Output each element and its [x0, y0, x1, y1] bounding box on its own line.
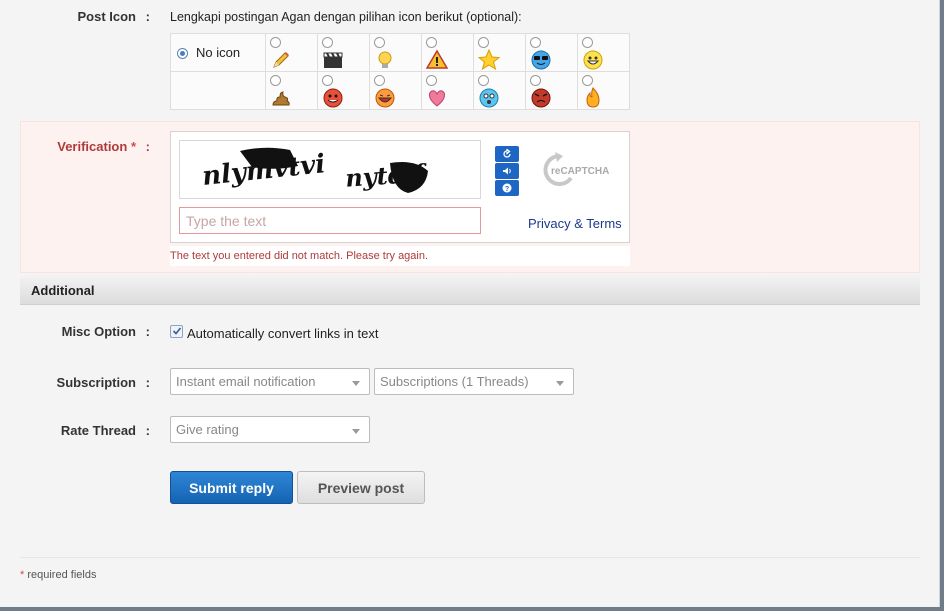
- cool-smiley-icon: [531, 50, 551, 70]
- recaptcha-logo: reCAPTCHA: [537, 150, 609, 193]
- icon-option-angry[interactable]: [525, 71, 578, 110]
- lightbulb-icon: [378, 51, 392, 68]
- icon-grid-empty-cell: [170, 71, 266, 110]
- post-icon-description: Lengkapi postingan Agan dengan pilihan i…: [170, 10, 522, 24]
- icon-option-grin[interactable]: [577, 33, 630, 72]
- captcha-audio-button[interactable]: [495, 163, 519, 179]
- clapperboard-icon: [323, 52, 343, 68]
- auto-convert-links-label[interactable]: Automatically convert links in text: [187, 326, 378, 341]
- angry-smiley-icon: [531, 88, 551, 108]
- captcha-response-input[interactable]: [179, 207, 481, 234]
- icon-option-poop[interactable]: [265, 71, 318, 110]
- recaptcha-logo-icon: reCAPTCHA: [543, 152, 609, 186]
- captcha-image: nlymvtvi nytdlf: [179, 140, 481, 199]
- svg-text:?: ?: [505, 186, 509, 193]
- warning-icon: [426, 49, 448, 69]
- surprised-smiley-icon: [479, 88, 499, 108]
- icon-option-heart[interactable]: [421, 71, 474, 110]
- icon-option-star[interactable]: [473, 33, 526, 72]
- verification-label: Verification *:: [57, 139, 150, 154]
- auto-convert-links-checkbox[interactable]: [170, 325, 183, 338]
- no-icon-option[interactable]: No icon: [170, 33, 266, 72]
- misc-option-label: Misc Option:: [61, 324, 150, 339]
- icon-option-evil[interactable]: [317, 71, 370, 110]
- required-fields-note: * required fields: [20, 569, 97, 581]
- icon-option-cool[interactable]: [525, 33, 578, 72]
- no-icon-radio[interactable]: [177, 47, 188, 59]
- speaker-icon: [503, 167, 511, 175]
- help-icon: ?: [502, 183, 512, 193]
- icon-option-lightbulb[interactable]: [369, 33, 422, 72]
- heart-icon: [428, 90, 446, 107]
- subscription-threads-value: Subscriptions (1 Threads): [380, 374, 529, 389]
- privacy-terms-link[interactable]: Privacy & Terms: [528, 216, 622, 231]
- no-icon-label: No icon: [196, 45, 241, 61]
- captcha-word-1: nlymvtvi: [201, 149, 327, 192]
- captcha-word-2: nytdlf: [344, 158, 428, 193]
- post-icon-label: Post Icon:: [77, 9, 150, 24]
- chevron-down-icon: [556, 381, 564, 386]
- poop-icon: [272, 91, 290, 106]
- footer-divider: [20, 557, 920, 558]
- recaptcha-widget: nlymvtvi nytdlf ? reCAPTCHA Privacy & Te…: [170, 131, 630, 243]
- rate-thread-select[interactable]: Give rating: [170, 416, 370, 443]
- chevron-down-icon: [352, 381, 360, 386]
- rate-thread-value: Give rating: [176, 422, 239, 437]
- icon-option-laugh[interactable]: [369, 71, 422, 110]
- star-icon: [478, 49, 500, 71]
- captcha-error-message: The text you entered did not match. Plea…: [170, 250, 429, 262]
- rate-thread-label: Rate Thread:: [60, 423, 150, 438]
- submit-reply-button[interactable]: Submit reply: [170, 471, 293, 504]
- refresh-icon: [503, 149, 511, 158]
- icon-option-fire[interactable]: [577, 71, 630, 110]
- captcha-buttons: ?: [495, 146, 519, 197]
- captcha-distorted-text: nlymvtvi nytdlf: [201, 147, 428, 193]
- subscription-mode-select[interactable]: Instant email notification: [170, 368, 370, 395]
- subscription-label: Subscription:: [56, 375, 150, 390]
- subscription-threads-select[interactable]: Subscriptions (1 Threads): [374, 368, 574, 395]
- preview-post-button[interactable]: Preview post: [297, 471, 425, 504]
- grin-smiley-icon: [583, 50, 603, 70]
- icon-option-clapperboard[interactable]: [317, 33, 370, 72]
- reply-form-page: Post Icon: Lengkapi postingan Agan denga…: [0, 0, 940, 607]
- chevron-down-icon: [352, 429, 360, 434]
- captcha-refresh-button[interactable]: [495, 146, 519, 162]
- recaptcha-brand: reCAPTCHA: [551, 166, 609, 177]
- laughing-smiley-icon: [375, 88, 395, 108]
- captcha-help-button[interactable]: ?: [495, 180, 519, 196]
- icon-option-warning[interactable]: [421, 33, 474, 72]
- icon-option-pencil[interactable]: [265, 33, 318, 72]
- evil-smiley-icon: [323, 88, 343, 108]
- pencil-icon: [273, 52, 289, 68]
- checkmark-icon: [172, 327, 182, 335]
- subscription-mode-value: Instant email notification: [176, 374, 316, 389]
- additional-section-heading: Additional: [20, 276, 920, 305]
- icon-option-surprised[interactable]: [473, 71, 526, 110]
- fire-smiley-icon: [586, 87, 600, 108]
- post-icon-grid: No icon: [170, 33, 630, 110]
